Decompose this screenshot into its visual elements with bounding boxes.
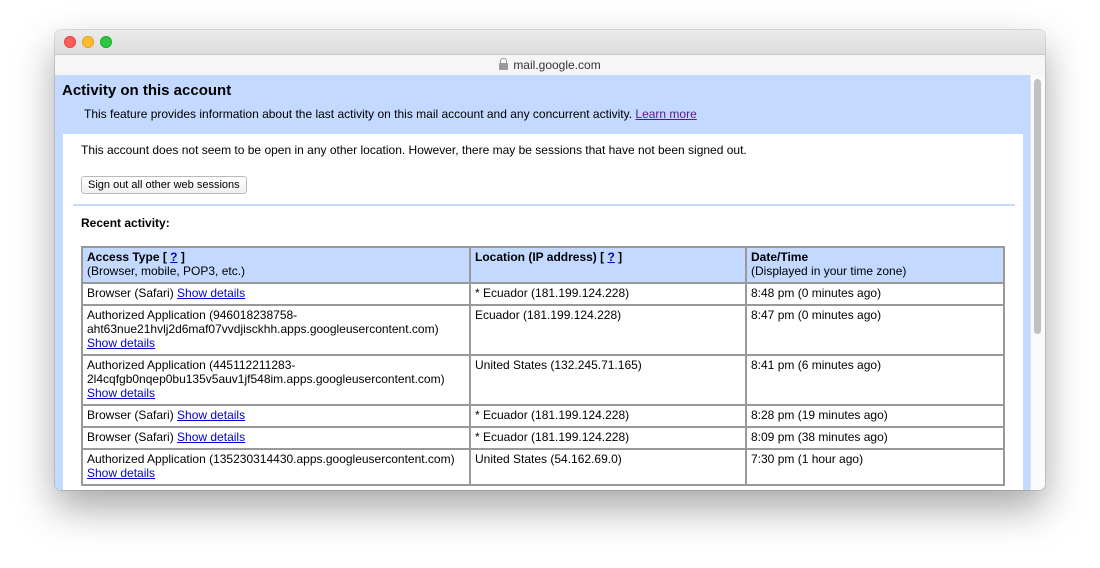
activity-header: Activity on this account This feature pr…	[55, 75, 1031, 134]
access-type-text: Browser (Safari)	[87, 408, 174, 422]
section-divider	[73, 204, 1015, 206]
page-title: Activity on this account	[62, 82, 232, 99]
table-row: Browser (Safari) Show details * Ecuador (…	[81, 282, 1005, 306]
activity-table: Access Type [ ? ] (Browser, mobile, POP3…	[81, 246, 1005, 486]
access-type-cell: Browser (Safari) Show details	[81, 404, 471, 428]
scrollbar-thumb[interactable]	[1034, 79, 1041, 334]
date-time-cell: 8:48 pm (0 minutes ago)	[745, 282, 1005, 306]
sign-out-sessions-button[interactable]: Sign out all other web sessions	[81, 176, 247, 194]
date-time-cell: 8:09 pm (38 minutes ago)	[745, 426, 1005, 450]
lock-icon	[499, 58, 509, 70]
show-details-link[interactable]: Show details	[177, 286, 245, 300]
address-bar[interactable]: mail.google.com	[55, 55, 1045, 76]
table-row: Browser (Safari) Show details * Ecuador (…	[81, 404, 1005, 428]
access-type-text: Browser (Safari)	[87, 430, 174, 444]
date-time-cell: 8:28 pm (19 minutes ago)	[745, 404, 1005, 428]
header-location: Location (IP address) [ ? ]	[469, 246, 747, 284]
description-text: This feature provides information about …	[84, 107, 633, 121]
show-details-link[interactable]: Show details	[177, 430, 245, 444]
header-date-time: Date/Time (Displayed in your time zone)	[745, 246, 1005, 284]
table-row: Authorized Application (946018238758-aht…	[81, 304, 1005, 356]
zoom-window-button[interactable]	[100, 36, 112, 48]
recent-activity-label: Recent activity:	[81, 216, 170, 230]
activity-panel: This account does not seem to be open in…	[63, 134, 1023, 490]
access-type-cell: Authorized Application (135230314430.app…	[81, 448, 471, 486]
header-access-type: Access Type [ ? ] (Browser, mobile, POP3…	[81, 246, 471, 284]
access-type-text: Authorized Application (946018238758-aht…	[87, 308, 439, 336]
access-type-help-link[interactable]: ?	[170, 250, 177, 264]
date-time-cell: 8:47 pm (0 minutes ago)	[745, 304, 1005, 356]
show-details-link[interactable]: Show details	[87, 386, 155, 400]
learn-more-link[interactable]: Learn more	[635, 107, 696, 121]
url-text: mail.google.com	[513, 58, 601, 72]
access-type-cell: Browser (Safari) Show details	[81, 426, 471, 450]
access-type-cell: Authorized Application (946018238758-aht…	[81, 304, 471, 356]
show-details-link[interactable]: Show details	[87, 466, 155, 480]
browser-window: mail.google.com Activity on this account…	[55, 30, 1045, 490]
location-cell: * Ecuador (181.199.124.228)	[469, 426, 747, 450]
access-type-cell: Authorized Application (445112211283-2l4…	[81, 354, 471, 406]
date-time-cell: 8:41 pm (6 minutes ago)	[745, 354, 1005, 406]
vertical-scrollbar[interactable]	[1030, 75, 1045, 490]
access-type-text: Browser (Safari)	[87, 286, 174, 300]
location-cell: United States (54.162.69.0)	[469, 448, 747, 486]
location-help-link[interactable]: ?	[607, 250, 614, 264]
location-cell: * Ecuador (181.199.124.228)	[469, 404, 747, 428]
table-row: Authorized Application (445112211283-2l4…	[81, 354, 1005, 406]
title-bar	[55, 30, 1045, 55]
date-time-cell: 7:30 pm (1 hour ago)	[745, 448, 1005, 486]
table-row: Authorized Application (135230314430.app…	[81, 448, 1005, 486]
minimize-window-button[interactable]	[82, 36, 94, 48]
table-row: Browser (Safari) Show details * Ecuador (…	[81, 426, 1005, 450]
show-details-link[interactable]: Show details	[177, 408, 245, 422]
access-type-cell: Browser (Safari) Show details	[81, 282, 471, 306]
table-header-row: Access Type [ ? ] (Browser, mobile, POP3…	[81, 246, 1005, 284]
location-cell: United States (132.245.71.165)	[469, 354, 747, 406]
access-type-text: Authorized Application (445112211283-2l4…	[87, 358, 445, 386]
feature-description: This feature provides information about …	[84, 107, 1031, 121]
show-details-link[interactable]: Show details	[87, 336, 155, 350]
session-status-text: This account does not seem to be open in…	[81, 143, 747, 157]
close-window-button[interactable]	[64, 36, 76, 48]
access-type-text: Authorized Application (135230314430.app…	[87, 452, 455, 466]
activity-rows: Browser (Safari) Show details * Ecuador (…	[81, 282, 1005, 486]
page-content: Activity on this account This feature pr…	[55, 75, 1031, 490]
location-cell: * Ecuador (181.199.124.228)	[469, 282, 747, 306]
location-cell: Ecuador (181.199.124.228)	[469, 304, 747, 356]
